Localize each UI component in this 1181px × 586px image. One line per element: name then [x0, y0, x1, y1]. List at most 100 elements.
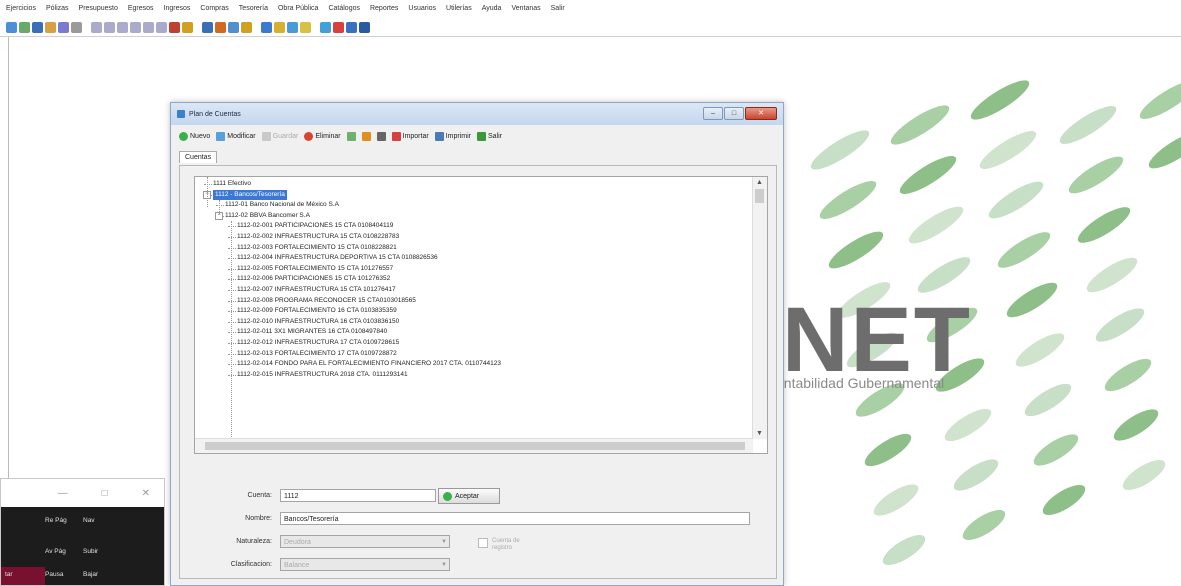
tree-node[interactable]: 1112-02-015 INFRAESTRUCTURA 2018 CTA. 01… — [237, 370, 408, 380]
close-button[interactable]: ✕ — [745, 107, 777, 120]
tree-node[interactable]: 1112-02-010 INFRAESTRUCTURA 16 CTA 01038… — [237, 317, 399, 327]
toolbar-tool-9-icon[interactable] — [117, 21, 128, 33]
imprimir-button[interactable]: Imprimir — [434, 131, 471, 141]
menu-catálogos[interactable]: Catálogos — [328, 5, 360, 12]
scroll-thumb[interactable] — [755, 189, 764, 203]
minimize-icon[interactable]: — — [58, 488, 68, 499]
clasificacion-select[interactable]: Balance ▼ — [280, 558, 450, 571]
open-icon[interactable] — [19, 21, 30, 33]
key-av-pag[interactable]: Av Pág — [45, 548, 66, 555]
toolbar-tool-29-icon[interactable] — [359, 21, 370, 33]
tree-node[interactable]: 1112-02-008 PROGRAMA RECONOCER 15 CTA010… — [237, 296, 416, 306]
menu-ayuda[interactable]: Ayuda — [482, 5, 502, 12]
menu-compras[interactable]: Compras — [200, 5, 228, 12]
tree-node-selected[interactable]: 1112 - Bancos/Tesorería — [213, 189, 287, 200]
key-nav[interactable]: Nav — [83, 517, 95, 524]
toolbar-tool-8-icon[interactable] — [104, 21, 115, 33]
menu-obra-pública[interactable]: Obra Pública — [278, 5, 318, 12]
menu-tesorería[interactable]: Tesorería — [239, 5, 268, 12]
tree-horizontal-scrollbar[interactable] — [195, 438, 753, 453]
accounts-tree[interactable]: 1111 Efectivo 1112 - Bancos/Tesorería 1112… — [194, 176, 768, 454]
tree-node[interactable]: 1112-02-006 PARTICIPACIONES 15 CTA 10127… — [237, 274, 390, 284]
dialog-titlebar[interactable]: Plan de Cuentas – □ ✕ — [171, 103, 783, 125]
menu-pólizas[interactable]: Pólizas — [46, 5, 69, 12]
nuevo-button[interactable]: Nuevo — [179, 131, 210, 141]
importar-button[interactable]: Importar — [391, 131, 429, 141]
key-bajar[interactable]: Bajar — [83, 571, 98, 578]
find-icon[interactable] — [58, 21, 69, 33]
scroll-up-icon[interactable]: ▲ — [756, 179, 763, 186]
key-re-pag[interactable]: Re Pág — [45, 517, 67, 524]
tab-cuentas[interactable]: Cuentas — [179, 151, 218, 163]
toolbar-tool-21-icon[interactable] — [261, 21, 272, 33]
nombre-input[interactable]: Bancos/Tesorería — [280, 512, 750, 525]
restore-icon[interactable]: □ — [102, 488, 108, 499]
tree-node[interactable]: 1112-02-012 INFRAESTRUCTURA 17 CTA 01097… — [237, 338, 399, 348]
eliminar-button[interactable]: Eliminar — [304, 131, 341, 141]
menu-salir[interactable]: Salir — [551, 5, 565, 12]
toolbar-tool-12-icon[interactable] — [156, 21, 167, 33]
salir-button[interactable]: Salir — [476, 131, 502, 141]
menu-presupuesto[interactable]: Presupuesto — [79, 5, 118, 12]
tree-node[interactable]: 1112-02-002 INFRAESTRUCTURA 15 CTA 01082… — [237, 232, 399, 242]
scroll-down-icon[interactable]: ▼ — [756, 430, 763, 437]
tree-node[interactable]: 1112-02-011 3X1 MIGRANTES 16 CTA 0108497… — [237, 327, 387, 337]
key-subir[interactable]: Subir — [83, 548, 98, 555]
close-icon[interactable]: ✕ — [142, 488, 150, 499]
toolbar-tool-18-icon[interactable] — [228, 21, 239, 33]
toolbar-tool-24-icon[interactable] — [300, 21, 311, 33]
menu-utilerías[interactable]: Utilerías — [446, 5, 472, 12]
tree-node[interactable]: 1112-02-001 PARTICIPACIONES 15 CTA 01084… — [237, 221, 393, 231]
tree-node[interactable]: 1112-02-007 INFRAESTRUCTURA 15 CTA 10127… — [237, 285, 396, 295]
toolbar-tool-14-icon[interactable] — [182, 21, 193, 33]
guardar-button[interactable]: Guardar — [261, 131, 298, 141]
tree-node[interactable]: 1112-02-004 INFRAESTRUCTURA DEPORTIVA 15… — [237, 253, 438, 263]
mini-window-caption: — □ ✕ — [1, 479, 164, 507]
menu-usuarios[interactable]: Usuarios — [408, 5, 436, 12]
menu-reportes[interactable]: Reportes — [370, 5, 398, 12]
cuenta-registro-checkbox[interactable]: Cuenta de registro — [478, 538, 532, 552]
toolbar-tool-28-icon[interactable] — [346, 21, 357, 33]
maximize-button[interactable]: □ — [724, 107, 744, 120]
tree-node[interactable]: 1112-02 BBVA Bancomer S.A — [225, 211, 310, 221]
modificar-button[interactable]: Modificar — [216, 131, 256, 141]
toolbar-tool-23-icon[interactable] — [287, 21, 298, 33]
toolbar-tool-16-icon[interactable] — [202, 21, 213, 33]
aceptar-button[interactable]: Aceptar — [438, 488, 500, 504]
menu-egresos[interactable]: Egresos — [128, 5, 154, 12]
menu-ingresos[interactable]: Ingresos — [164, 5, 191, 12]
tree-node[interactable]: 1112-02-003 FORTALECIMIENTO 15 CTA 01082… — [237, 243, 397, 253]
expand-button[interactable] — [346, 131, 356, 141]
save-icon[interactable] — [32, 21, 43, 33]
checkbox-box[interactable] — [478, 538, 488, 548]
toolbar-tool-26-icon[interactable] — [320, 21, 331, 33]
menu-ventanas[interactable]: Ventanas — [511, 5, 540, 12]
toolbar-tool-27-icon[interactable] — [333, 21, 344, 33]
new-icon[interactable] — [6, 21, 17, 33]
menu-ejercicios[interactable]: Ejercicios — [6, 5, 36, 12]
toolbar-tool-10-icon[interactable] — [130, 21, 141, 33]
tree-node[interactable]: 1112-02-013 FORTALECIMIENTO 17 CTA 01097… — [237, 349, 397, 359]
tree-vertical-scrollbar[interactable]: ▲ ▼ — [752, 177, 767, 439]
tree-node[interactable]: 1111 Efectivo — [213, 179, 251, 189]
tree-node[interactable]: 1112-02-005 FORTALECIMIENTO 15 CTA 10127… — [237, 264, 393, 274]
tree-node[interactable]: 1112-02-009 FORTALECIMIENTO 16 CTA 01038… — [237, 306, 397, 316]
toolbar-tool-13-icon[interactable] — [169, 21, 180, 33]
collapse-button[interactable] — [361, 131, 371, 141]
hscroll-thumb[interactable] — [205, 442, 745, 450]
naturaleza-select[interactable]: Deudora ▼ — [280, 535, 450, 548]
toolbar-tool-11-icon[interactable] — [143, 21, 154, 33]
toolbar-tool-7-icon[interactable] — [91, 21, 102, 33]
toolbar-tool-17-icon[interactable] — [215, 21, 226, 33]
lock-button[interactable] — [376, 131, 386, 141]
cut-icon[interactable] — [71, 21, 82, 33]
toolbar-tool-19-icon[interactable] — [241, 21, 252, 33]
cuenta-input[interactable]: 1112 — [280, 489, 436, 502]
key-pausa[interactable]: Pausa — [45, 571, 63, 578]
tree-node[interactable]: 1112-02-014 FONDO PARA EL FORTALECIMIENT… — [237, 359, 501, 369]
toolbar-tool-22-icon[interactable] — [274, 21, 285, 33]
minimize-button[interactable]: – — [703, 107, 723, 120]
tree-node[interactable]: 1112-01 Banco Nacional de México S.A — [225, 200, 339, 210]
print-icon[interactable] — [45, 21, 56, 33]
key-partial[interactable]: tar — [5, 571, 13, 578]
